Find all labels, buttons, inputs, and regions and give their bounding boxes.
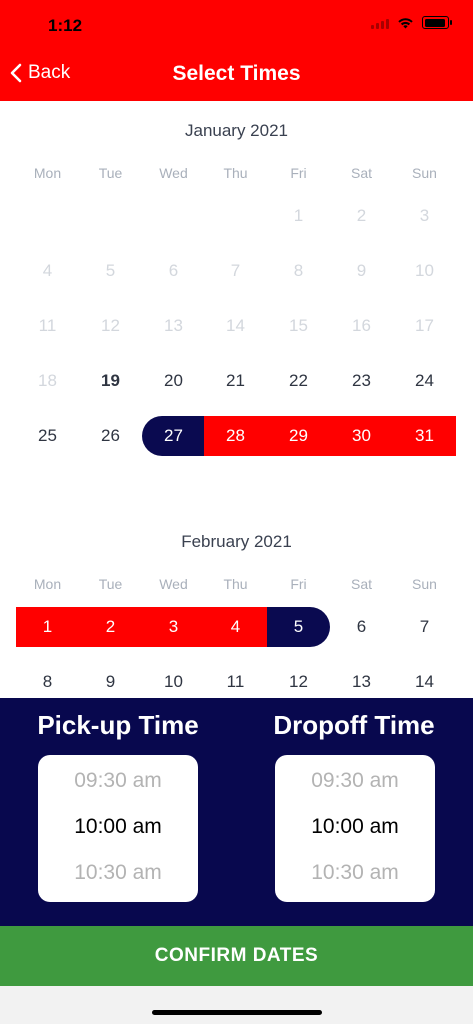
dropoff-option[interactable]: 10:30 am bbox=[275, 861, 435, 885]
calendar-day[interactable]: 20 bbox=[142, 361, 205, 401]
weekday-header: Sat bbox=[350, 576, 372, 592]
wifi-icon bbox=[398, 17, 413, 28]
calendar-day: 2 bbox=[356, 206, 367, 225]
weekday-header: Thu bbox=[223, 165, 248, 181]
weekday-header: Mon bbox=[33, 165, 62, 181]
calendar-day: 14 bbox=[226, 316, 245, 335]
weekday-header: Fri bbox=[290, 576, 307, 592]
calendar-day[interactable]: 14 bbox=[393, 662, 456, 698]
status-time: 1:12 bbox=[48, 16, 83, 35]
weekday-header: Wed bbox=[159, 165, 188, 181]
calendar-day: 17 bbox=[415, 316, 434, 335]
cellular-signal-icon bbox=[371, 17, 389, 29]
weekday-header: Tue bbox=[98, 165, 123, 181]
calendar-day[interactable]: 8 bbox=[16, 662, 79, 698]
calendar-day[interactable]: 21 bbox=[204, 361, 267, 401]
calendar-day[interactable]: 29 bbox=[267, 416, 330, 456]
calendar-day[interactable]: 19 bbox=[79, 361, 142, 401]
weekday-header: Sun bbox=[412, 576, 437, 592]
dropoff-option-selected[interactable]: 10:00 am bbox=[275, 815, 435, 839]
calendar-day: 5 bbox=[105, 261, 116, 280]
calendar: January 2021 Mon Tue Wed Thu Fri Sat Sun 1 2 3 4 5 6 7… bbox=[0, 101, 473, 698]
calendar-day[interactable]: 27 bbox=[142, 416, 205, 456]
calendar-day: 16 bbox=[352, 316, 371, 335]
calendar-day[interactable]: 25 bbox=[16, 416, 79, 456]
weekday-header: Thu bbox=[223, 576, 248, 592]
calendar-day: 12 bbox=[101, 316, 120, 335]
dropoff-option[interactable]: 09:30 am bbox=[275, 769, 435, 793]
calendar-day: 18 bbox=[38, 371, 57, 390]
calendar-day: 15 bbox=[289, 316, 308, 335]
calendar-day[interactable]: 5 bbox=[267, 607, 330, 647]
pickup-time-picker[interactable]: 09:30 am 10:00 am 10:30 am bbox=[38, 755, 198, 902]
calendar-day: 8 bbox=[293, 261, 304, 280]
calendar-day[interactable]: 13 bbox=[330, 662, 393, 698]
weekday-header: Tue bbox=[98, 576, 123, 592]
calendar-day[interactable]: 24 bbox=[393, 361, 456, 401]
month-title: January 2021 bbox=[184, 121, 289, 140]
calendar-day: 10 bbox=[415, 261, 434, 280]
top-bar: 1:12 Back Select Times bbox=[0, 0, 473, 101]
pickup-option[interactable]: 09:30 am bbox=[38, 769, 198, 793]
calendar-day[interactable]: 2 bbox=[79, 607, 142, 647]
calendar-day[interactable]: 30 bbox=[330, 416, 393, 456]
weekday-header: Sat bbox=[350, 165, 372, 181]
calendar-day[interactable]: 11 bbox=[204, 662, 267, 698]
pickup-option-selected[interactable]: 10:00 am bbox=[38, 815, 198, 839]
calendar-day: 1 bbox=[293, 206, 304, 225]
calendar-day[interactable]: 23 bbox=[330, 361, 393, 401]
calendar-day[interactable]: 3 bbox=[142, 607, 205, 647]
calendar-day: 11 bbox=[38, 316, 57, 335]
calendar-day[interactable]: 7 bbox=[393, 607, 456, 647]
month-title: February 2021 bbox=[181, 532, 292, 551]
calendar-day[interactable]: 1 bbox=[16, 607, 79, 647]
pickup-time-label: Pick-up Time bbox=[37, 710, 199, 740]
dropoff-time-picker[interactable]: 09:30 am 10:00 am 10:30 am bbox=[275, 755, 435, 902]
page-title: Select Times bbox=[172, 62, 301, 85]
dropoff-time-label: Dropoff Time bbox=[273, 710, 435, 740]
calendar-day[interactable]: 9 bbox=[79, 662, 142, 698]
status-icons bbox=[371, 16, 452, 29]
battery-icon bbox=[422, 16, 452, 29]
calendar-day[interactable]: 22 bbox=[267, 361, 330, 401]
calendar-day: 4 bbox=[42, 261, 53, 280]
pickup-option[interactable]: 10:30 am bbox=[38, 861, 198, 885]
confirm-dates-button[interactable]: CONFIRM DATES bbox=[0, 926, 473, 986]
bottom-safe-area bbox=[0, 986, 473, 1024]
time-panel: Pick-up Time Dropoff Time 09:30 am 10:00… bbox=[0, 698, 473, 926]
calendar-day[interactable]: 28 bbox=[204, 416, 267, 456]
calendar-day[interactable]: 6 bbox=[330, 607, 393, 647]
weekday-header: Wed bbox=[159, 576, 188, 592]
calendar-day[interactable]: 10 bbox=[142, 662, 205, 698]
calendar-day: 13 bbox=[164, 316, 183, 335]
home-indicator bbox=[152, 1010, 322, 1015]
calendar-day[interactable]: 4 bbox=[204, 607, 267, 647]
weekday-header: Mon bbox=[33, 576, 62, 592]
weekday-header: Sun bbox=[412, 165, 437, 181]
calendar-day: 7 bbox=[230, 261, 241, 280]
calendar-day[interactable]: 26 bbox=[79, 416, 142, 456]
weekday-header: Fri bbox=[290, 165, 307, 181]
calendar-day[interactable]: 12 bbox=[267, 662, 330, 698]
calendar-day[interactable]: 31 bbox=[393, 416, 456, 456]
calendar-day: 3 bbox=[419, 206, 430, 225]
calendar-day: 6 bbox=[168, 261, 179, 280]
calendar-day: 9 bbox=[356, 261, 367, 280]
